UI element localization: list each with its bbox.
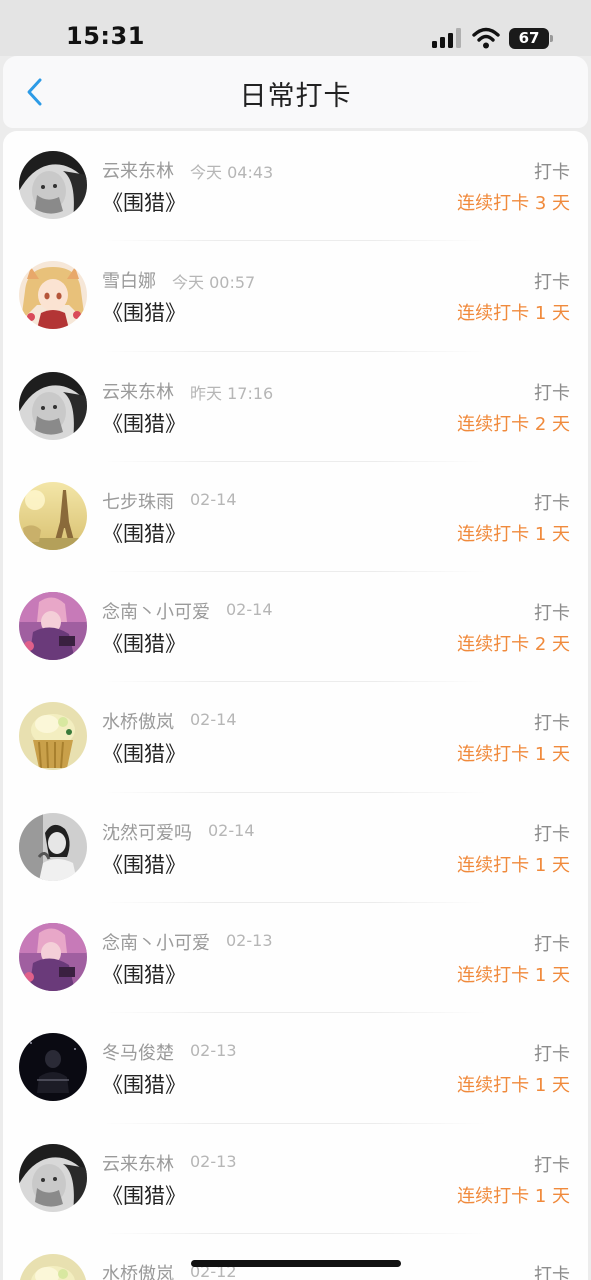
avatar[interactable] [19, 702, 87, 771]
checkin-row[interactable]: 七步珠雨 02-14 《围猎》 打卡连续打卡 1 天 [3, 462, 588, 573]
book-title[interactable]: 《围猎》 [102, 628, 186, 658]
streak-label: 连续打卡 2 天 [457, 413, 570, 435]
checkin-row[interactable]: 雪白娜 今天 00:57 《围猎》 打卡连续打卡 1 天 [3, 241, 588, 352]
streak-label: 连续打卡 1 天 [457, 1185, 570, 1207]
action-label: 打卡 [534, 603, 570, 625]
checkin-row[interactable]: 沈然可爱吗 02-14 《围猎》 打卡连续打卡 1 天 [3, 793, 588, 904]
wifi-icon [472, 27, 500, 49]
user-name[interactable]: 水桥傲岚 [102, 1260, 174, 1280]
action-label: 打卡 [534, 1264, 570, 1280]
page-title: 日常打卡 [239, 81, 352, 112]
user-name[interactable]: 水桥傲岚 [102, 708, 174, 734]
streak-label: 连续打卡 1 天 [457, 523, 570, 545]
streak-label: 连续打卡 3 天 [457, 193, 570, 214]
avatar[interactable] [19, 592, 87, 661]
checkin-row[interactable]: 云来东林 02-13 《围猎》 打卡连续打卡 1 天 [3, 1124, 588, 1235]
user-name[interactable]: 云来东林 [102, 1150, 174, 1176]
checkin-row[interactable]: 云来东林 昨天 17:16 《围猎》 打卡连续打卡 2 天 [3, 352, 588, 463]
checkin-row[interactable]: 水桥傲岚 02-14 《围猎》 打卡连续打卡 1 天 [3, 682, 588, 794]
checkin-row[interactable]: 念南丶小可爱 02-13 《围猎》 打卡连续打卡 1 天 [3, 903, 588, 1014]
avatar[interactable] [19, 1033, 87, 1102]
book-title[interactable]: 《围猎》 [102, 849, 186, 879]
book-title[interactable]: 《围猎》 [102, 738, 186, 768]
post-time: 昨天 17:16 [190, 383, 274, 403]
book-title[interactable]: 《围猎》 [102, 408, 186, 438]
action-label: 打卡 [534, 934, 570, 956]
user-name[interactable]: 念南丶小可爱 [102, 929, 210, 955]
action-label: 打卡 [534, 1044, 570, 1066]
checkin-row[interactable]: 念南丶小可爱 02-14 《围猎》 打卡连续打卡 2 天 [3, 572, 588, 683]
streak-label: 连续打卡 1 天 [457, 965, 570, 987]
action-label: 打卡 [534, 823, 570, 845]
home-indicator[interactable] [191, 1260, 401, 1267]
avatar[interactable] [19, 1143, 87, 1212]
streak-label: 连续打卡 2 天 [457, 634, 570, 656]
action-label: 打卡 [534, 382, 570, 404]
avatar[interactable] [19, 261, 87, 330]
book-title[interactable]: 《围猎》 [102, 1180, 186, 1210]
avatar[interactable] [19, 812, 87, 881]
user-name[interactable]: 七步珠雨 [102, 488, 174, 514]
checkin-row[interactable]: 云来东林 今天 04:43 《围猎》 打卡连续打卡 3 天 [3, 131, 588, 242]
battery-icon: 67 [509, 28, 553, 49]
post-time: 02-14 [190, 489, 237, 509]
action-label: 打卡 [534, 1154, 570, 1176]
avatar[interactable] [19, 151, 87, 219]
user-name[interactable]: 云来东林 [102, 157, 174, 183]
avatar[interactable] [19, 371, 87, 440]
action-label: 打卡 [534, 713, 570, 735]
avatar[interactable] [19, 1253, 87, 1280]
screen: 15:31 67 日常打卡 云来东林 今天 04:43 《围猎》 打卡 连续打卡 3 天… [0, 0, 591, 1280]
post-time: 今天 04:43 [190, 163, 274, 182]
user-name[interactable]: 冬马俊楚 [102, 1039, 174, 1065]
user-name[interactable]: 云来东林 [102, 378, 174, 404]
post-time: 02-14 [190, 710, 237, 730]
post-time: 02-14 [226, 600, 273, 620]
user-name[interactable]: 雪白娜 [102, 267, 156, 293]
action-label: 打卡 [534, 272, 570, 294]
avatar[interactable] [19, 481, 87, 550]
action-label: 打卡 [534, 162, 570, 183]
streak-label: 连续打卡 1 天 [457, 1075, 570, 1097]
book-title[interactable]: 《围猎》 [102, 297, 186, 327]
nav-bar: 日常打卡 [3, 56, 588, 128]
status-time: 15:31 [66, 22, 145, 50]
post-time: 02-13 [190, 1041, 237, 1061]
checkin-list[interactable]: 云来东林 今天 04:43 《围猎》 打卡 连续打卡 3 天雪白娜 今天 00:57 《围猎… [3, 131, 588, 1280]
streak-label: 连续打卡 1 天 [457, 744, 570, 766]
book-title[interactable]: 《围猎》 [102, 187, 186, 217]
checkin-row[interactable]: 冬马俊楚 02-13 《围猎》 打卡连续打卡 1 天 [3, 1013, 588, 1124]
user-name[interactable]: 念南丶小可爱 [102, 598, 210, 624]
status-bar: 15:31 67 [0, 0, 591, 56]
checkin-row[interactable]: 水桥傲岚02-12《围猎》打卡 [3, 1234, 588, 1280]
avatar[interactable] [19, 923, 87, 992]
post-time: 今天 00:57 [172, 273, 256, 293]
action-label: 打卡 [534, 492, 570, 514]
book-title[interactable]: 《围猎》 [102, 1069, 186, 1099]
post-time: 02-13 [226, 931, 273, 951]
user-name[interactable]: 沈然可爱吗 [102, 819, 192, 845]
book-title[interactable]: 《围猎》 [102, 959, 186, 989]
post-time: 02-14 [208, 820, 255, 840]
streak-label: 连续打卡 1 天 [457, 303, 570, 325]
signal-icon [432, 28, 461, 48]
post-time: 02-13 [190, 1151, 237, 1171]
streak-label: 连续打卡 1 天 [457, 854, 570, 876]
book-title[interactable]: 《围猎》 [102, 518, 186, 548]
